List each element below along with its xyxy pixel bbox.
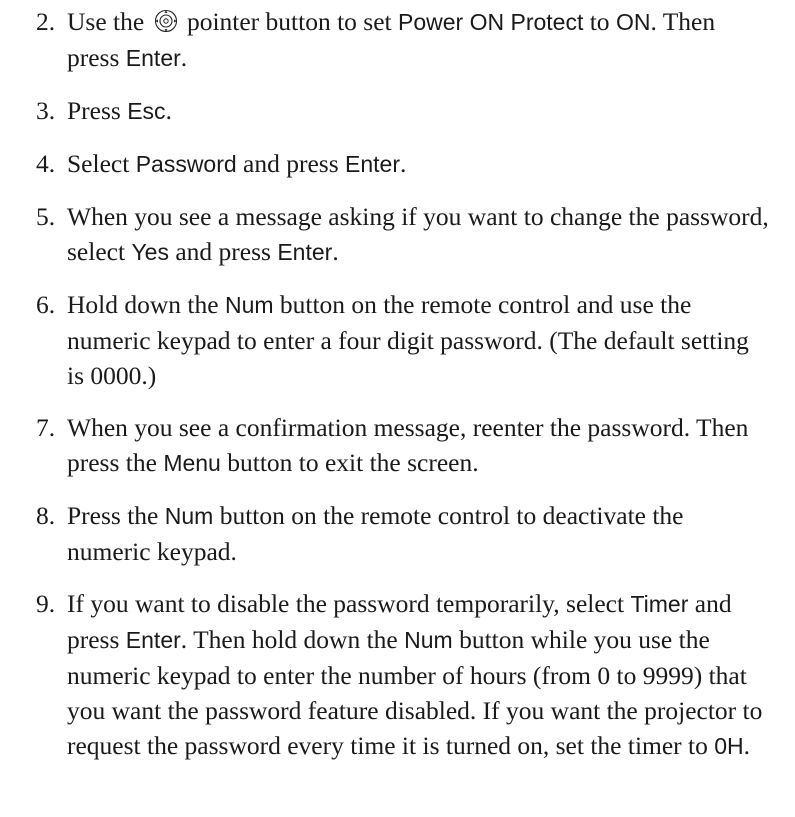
- ui-label-num: Num: [404, 627, 453, 653]
- step-text-segment: and press: [236, 149, 346, 178]
- step-text-segment: Press the: [67, 501, 165, 530]
- step-3: 3. Press Esc.: [0, 93, 795, 129]
- ui-label-num: Num: [164, 503, 214, 529]
- step-text-segment: .: [165, 96, 172, 125]
- step-number: 4.: [36, 149, 56, 178]
- step-6: 6. Hold down the Num button on the remot…: [0, 287, 795, 393]
- step-text-segment: .: [332, 237, 339, 266]
- step-text: Press Esc.: [67, 93, 772, 129]
- step-2: 2. Use the pointer button to set Power O…: [0, 4, 795, 76]
- step-text-segment: Press: [67, 96, 128, 125]
- step-text-segment: to: [583, 7, 616, 36]
- step-text-segment: Hold down the: [67, 290, 225, 319]
- ui-label-enter: Enter: [125, 45, 181, 71]
- ui-label-esc: Esc: [127, 98, 166, 124]
- step-number: 5.: [36, 202, 56, 231]
- step-8: 8. Press the Num button on the remote co…: [0, 498, 795, 569]
- step-text-segment: Select: [67, 149, 136, 178]
- pointer-button-icon: [154, 9, 177, 33]
- ui-label-enter: Enter: [345, 151, 401, 177]
- ui-label-yes: Yes: [131, 239, 169, 265]
- ui-label-enter: Enter: [277, 239, 333, 265]
- step-7: 7. When you see a confirmation message, …: [0, 410, 795, 481]
- step-text-segment: .: [743, 731, 751, 760]
- ui-label-enter: Enter: [125, 627, 181, 653]
- step-number: 8.: [36, 501, 56, 530]
- step-text: Press the Num button on the remote contr…: [67, 498, 772, 569]
- step-text: Select Password and press Enter.: [67, 146, 772, 182]
- step-text-segment: .: [400, 149, 407, 178]
- step-text: When you see a confirmation message, ree…: [67, 410, 772, 481]
- step-number: 3.: [36, 96, 56, 125]
- step-text: If you want to disable the password temp…: [67, 586, 772, 764]
- instruction-steps: 2. Use the pointer button to set Power O…: [0, 4, 795, 764]
- step-9: 9. If you want to disable the password t…: [0, 586, 795, 764]
- step-5: 5. When you see a message asking if you …: [0, 199, 795, 270]
- step-text-segment: Use the: [67, 7, 151, 36]
- step-text: Use the pointer button to set Power ON P…: [67, 4, 772, 76]
- ui-label-num: Num: [224, 292, 274, 318]
- ui-label-timer: Timer: [630, 591, 689, 617]
- step-text: When you see a message asking if you wan…: [67, 199, 772, 270]
- step-text-segment: pointer button to set: [180, 7, 398, 36]
- ui-label-on: ON: [615, 9, 651, 35]
- step-number: 7.: [36, 413, 56, 442]
- step-number: 2.: [36, 7, 56, 36]
- ui-label-menu: Menu: [163, 450, 221, 476]
- step-text-segment: button to exit the screen.: [220, 448, 479, 477]
- step-text-segment: . Then hold down the: [180, 625, 405, 654]
- step-number: 9.: [36, 589, 56, 618]
- ui-label-0h: 0H: [714, 733, 744, 759]
- ui-label-password: Password: [135, 151, 237, 177]
- step-text-segment: and press: [168, 237, 278, 266]
- step-number: 6.: [36, 290, 56, 319]
- step-4: 4. Select Password and press Enter.: [0, 146, 795, 182]
- step-text-segment: If you want to disable the password temp…: [67, 589, 631, 618]
- step-text: Hold down the Num button on the remote c…: [67, 287, 772, 393]
- ui-label-power-on-protect: Power ON Protect: [398, 9, 584, 35]
- step-text-segment: .: [180, 43, 188, 72]
